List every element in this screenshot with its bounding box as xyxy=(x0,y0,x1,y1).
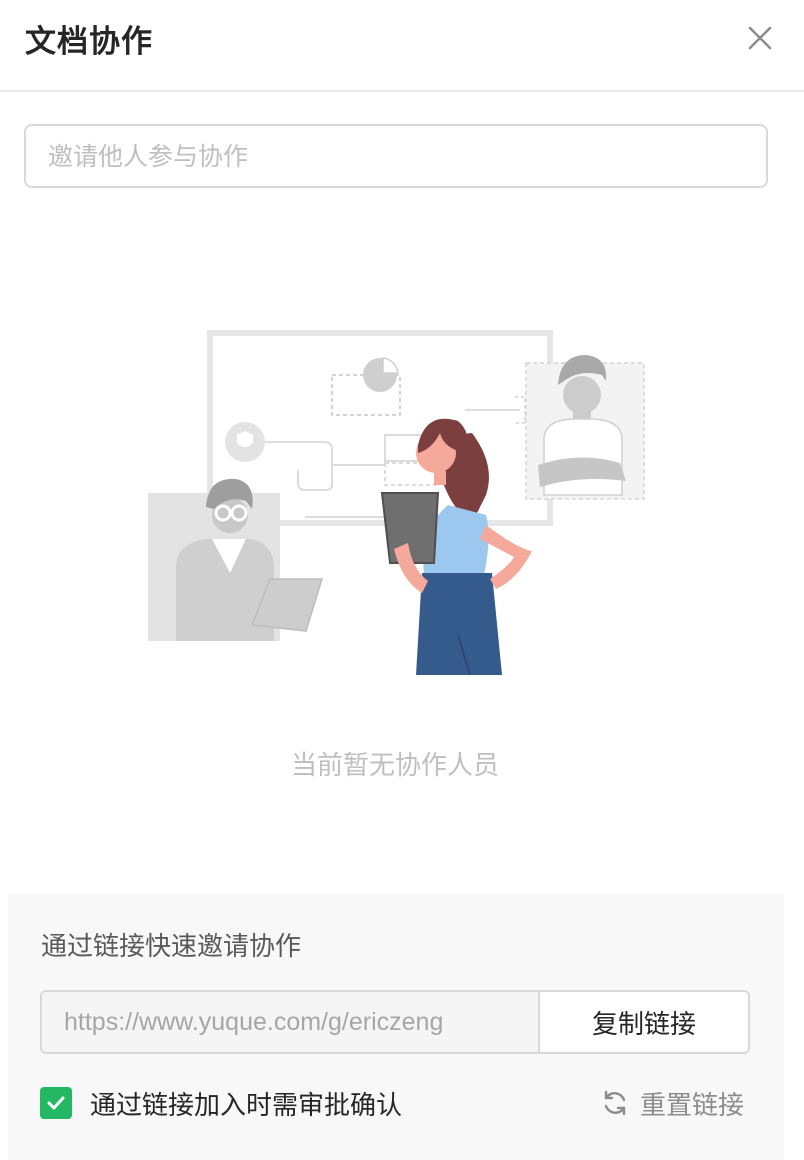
copy-link-button[interactable]: 复制链接 xyxy=(538,992,748,1052)
check-icon xyxy=(47,1096,65,1110)
dialog-header: 文档协作 xyxy=(0,0,804,92)
dialog-title: 文档协作 xyxy=(25,24,153,60)
approval-label: 通过链接加入时需审批确认 xyxy=(90,1090,403,1121)
link-invite-panel: 通过链接快速邀请协作 复制链接 通过链接加入时需审批确认 重置链接 xyxy=(8,894,784,1160)
link-panel-title: 通过链接快速邀请协作 xyxy=(41,932,302,962)
share-link-group: 复制链接 xyxy=(40,990,750,1054)
share-link-field[interactable] xyxy=(42,992,538,1052)
close-button[interactable] xyxy=(740,18,780,58)
approval-checkbox-row[interactable]: 通过链接加入时需审批确认 xyxy=(40,1086,403,1121)
empty-state-text: 当前暂无协作人员 xyxy=(290,751,499,781)
empty-collaborators-illustration xyxy=(148,330,645,676)
close-icon xyxy=(748,26,772,50)
refresh-icon xyxy=(604,1090,626,1116)
approval-checkbox[interactable] xyxy=(40,1087,72,1119)
reset-link-button[interactable]: 重置链接 xyxy=(600,1086,745,1121)
reset-link-label: 重置链接 xyxy=(640,1090,745,1121)
invite-input[interactable] xyxy=(24,124,768,188)
